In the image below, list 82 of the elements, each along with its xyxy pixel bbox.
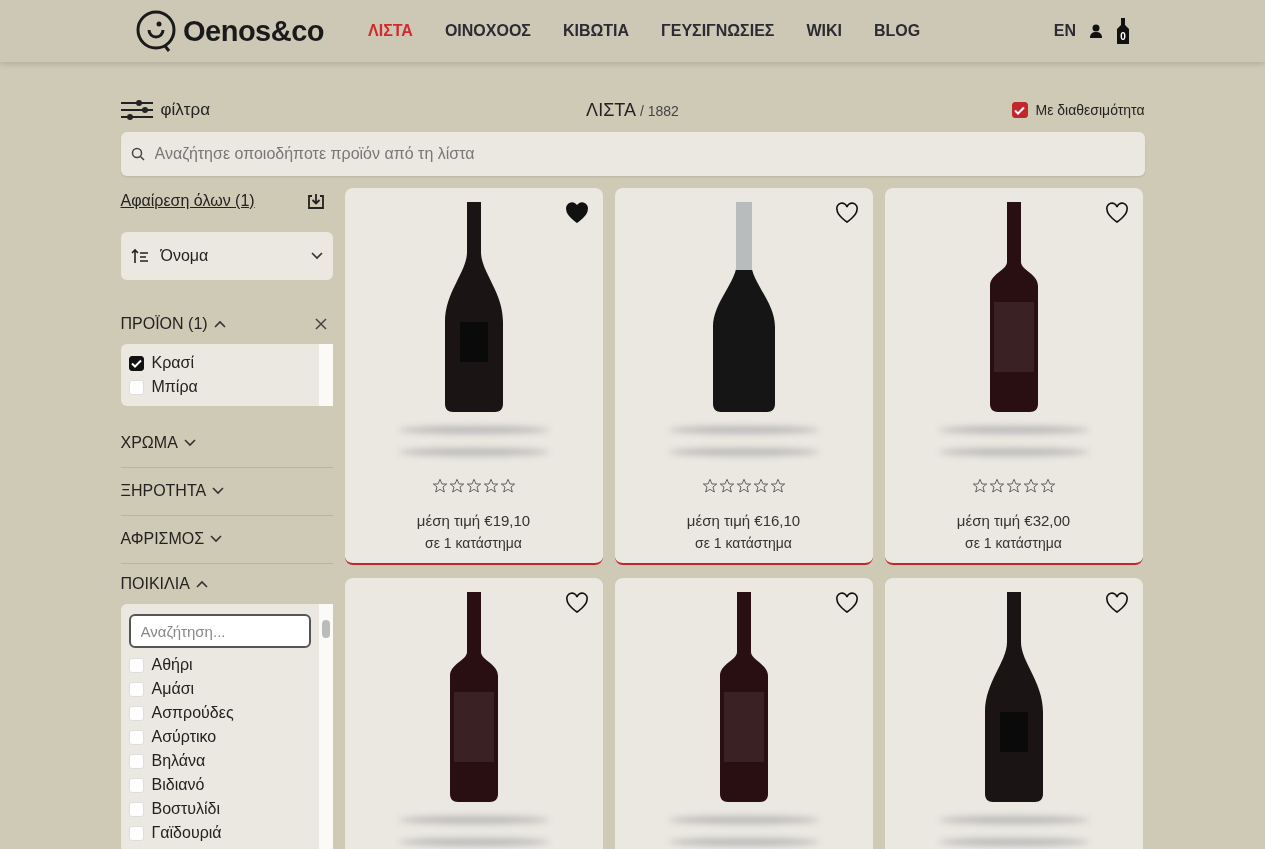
sort-icon: [130, 248, 149, 264]
language-link[interactable]: EN: [1053, 22, 1076, 40]
nav-link[interactable]: BLOG: [874, 22, 921, 40]
nav-link[interactable]: ΟΙΝΟΧΟΟΣ: [444, 22, 531, 40]
average-price: μέση τιμή €32,00: [956, 512, 1071, 529]
scrollbar-thumb[interactable]: [321, 620, 330, 638]
star-icon: [735, 478, 752, 494]
filter-option-label: Γαϊδουριά: [151, 824, 222, 842]
nav-link[interactable]: WIKI: [806, 22, 842, 40]
search-bar[interactable]: Αναζήτησε οποιοδήποτε προϊόν από τη λίστα: [120, 132, 1145, 176]
star-icon: [769, 478, 786, 494]
product-card[interactable]: [884, 578, 1143, 849]
product-count: / 1882: [639, 102, 679, 119]
filters-button[interactable]: φίλτρα: [120, 100, 210, 120]
filter-group-toggle[interactable]: ΞΗΡΟΤΗΤΑ: [120, 481, 225, 500]
star-icon: [971, 478, 988, 494]
product-card[interactable]: μέση τιμή €32,00 σε 1 κατάστημα: [884, 188, 1143, 565]
search-icon: [130, 147, 145, 161]
filter-checkbox[interactable]: [128, 355, 144, 371]
average-price: μέση τιμή €19,10: [416, 512, 531, 529]
favorite-button[interactable]: [1104, 202, 1129, 224]
sort-select[interactable]: Όνομα: [120, 232, 333, 280]
filter-group-toggle[interactable]: ΧΡΩΜΑ: [120, 433, 196, 452]
filter-option-label: Μπίρα: [151, 378, 198, 396]
favorite-button[interactable]: [1104, 592, 1129, 614]
filter-group-toggle[interactable]: ΠΟΙΚΙΛΙΑ: [120, 575, 208, 593]
filter-option-label: Ασπρούδες: [151, 704, 234, 722]
cart-button[interactable]: 0: [1116, 18, 1130, 44]
star-icon: [1022, 478, 1039, 494]
chevron-up-icon: [195, 580, 208, 588]
star-icon: [1005, 478, 1022, 494]
search-field[interactable]: Αναζήτησε οποιοδήποτε προϊόν από τη λίστα: [152, 144, 1135, 164]
favorite-button[interactable]: [834, 592, 859, 614]
product-card[interactable]: [614, 578, 873, 849]
store-count: σε 1 κατάστημα: [695, 535, 792, 551]
page-title: ΛΙΣΤΑ: [586, 99, 636, 121]
filter-group-toggle[interactable]: ΑΦΡΙΣΜΟΣ: [120, 529, 223, 548]
filter-option-label: Κρασί: [151, 354, 194, 372]
product-card[interactable]: μέση τιμή €19,10 σε 1 κατάστημα: [344, 188, 603, 565]
filter-search-field[interactable]: Αναζήτηση...: [128, 614, 311, 648]
product-card[interactable]: μέση τιμή €16,10 σε 1 κατάστημα: [614, 188, 873, 565]
nav-link[interactable]: ΚΙΒΩΤΙΑ: [562, 22, 630, 40]
filter-group-toggle[interactable]: ΠΡΟΪΟΝ (1): [120, 315, 226, 333]
scrollbar-track: [318, 344, 333, 406]
filter-option-label: Αθήρι: [151, 656, 193, 674]
star-icon: [465, 478, 482, 494]
store-count: σε 1 κατάστημα: [965, 535, 1062, 551]
star-icon: [499, 478, 516, 494]
average-price: μέση τιμή €16,10: [686, 512, 801, 529]
star-icon: [1039, 478, 1056, 494]
user-icon[interactable]: [1090, 24, 1102, 38]
star-icon: [482, 478, 499, 494]
filter-option-label: Βηλάνα: [151, 752, 206, 770]
star-icon: [752, 478, 769, 494]
chevron-down-icon: [183, 438, 196, 447]
filter-option-label: Βιδιανό: [151, 776, 205, 794]
star-icon: [448, 478, 465, 494]
clear-all-link[interactable]: Αφαίρεση όλων (1): [120, 192, 255, 210]
chevron-down-icon: [310, 252, 323, 260]
download-icon[interactable]: [306, 192, 325, 210]
favorite-button[interactable]: [834, 202, 859, 224]
filter-option-label: Βοστυλίδι: [151, 800, 221, 818]
filter-option-label: Αμάσι: [151, 680, 195, 698]
chevron-down-icon: [212, 486, 225, 495]
star-icon: [431, 478, 448, 494]
availability-label: Με διαθεσιμότητα: [1035, 102, 1145, 118]
close-icon[interactable]: [314, 318, 327, 330]
sliders-icon: [120, 100, 153, 120]
chevron-down-icon: [210, 534, 223, 543]
chevron-up-icon: [213, 320, 226, 328]
store-count: σε 1 κατάστημα: [425, 535, 522, 551]
favorite-button[interactable]: [564, 592, 589, 614]
logo-icon: [135, 10, 177, 52]
product-card[interactable]: [344, 578, 603, 849]
star-icon: [718, 478, 735, 494]
star-icon: [701, 478, 718, 494]
favorite-button[interactable]: [564, 202, 589, 224]
availability-checkbox[interactable]: [1011, 102, 1028, 118]
star-icon: [988, 478, 1005, 494]
filter-option-label: Ασύρτικο: [151, 728, 217, 746]
logo-text[interactable]: Oenos&co: [183, 14, 325, 48]
nav-link[interactable]: ΓΕΥΣΙΓΝΩΣΙΕΣ: [661, 22, 775, 40]
